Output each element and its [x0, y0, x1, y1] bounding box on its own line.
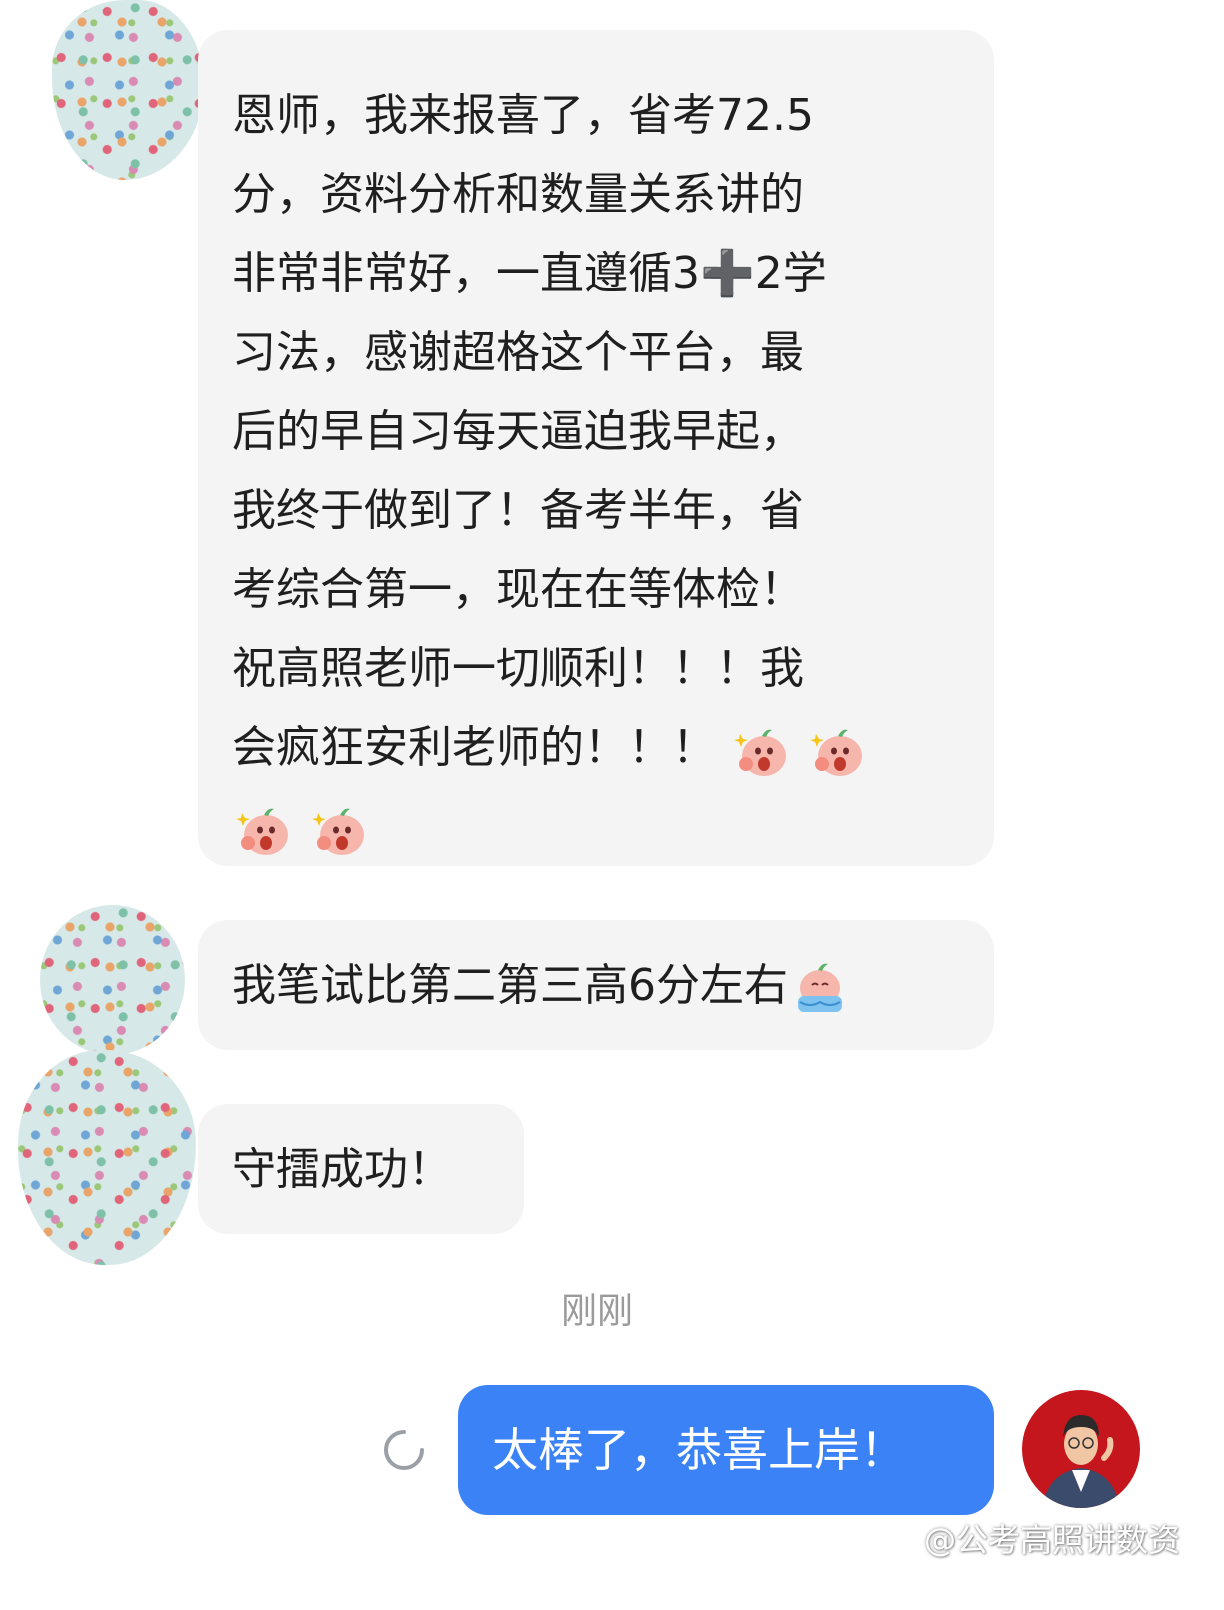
excited-peach-emoji-icon [312, 808, 364, 855]
message-line: 习法，感谢超格这个平台，最 [232, 327, 804, 378]
message-line: 后的早自习每天逼迫我早起， [232, 406, 804, 457]
message-text: 守擂成功！ [232, 1144, 452, 1195]
sent-message-bubble[interactable]: 太棒了，恭喜上岸！ [458, 1385, 994, 1515]
watermark-text: @公考高照讲数资 [923, 1521, 1180, 1559]
weibo-watermark: @公考高照讲数资 [882, 1515, 1180, 1561]
message-line-with-emoji: 会疯狂安利老师的！！！ [232, 708, 954, 787]
received-message-bubble[interactable]: 恩师，我来报喜了，省考72.5 分，资料分析和数量关系讲的 非常非常好，一直遵循… [198, 30, 994, 866]
message-text: 太棒了，恭喜上岸！ [492, 1423, 906, 1477]
chat-screen: 恩师，我来报喜了，省考72.5 分，资料分析和数量关系讲的 非常非常好，一直遵循… [0, 0, 1224, 1610]
sender-avatar-blurred[interactable] [52, 0, 204, 180]
excited-peach-emoji-icon [734, 729, 786, 776]
message-text: 我笔试比第二第三高6分左右 [232, 960, 788, 1011]
sender-avatar-blurred[interactable] [40, 905, 185, 1055]
crying-peach-emoji-icon [798, 963, 842, 1012]
excited-peach-emoji-icon [236, 808, 288, 855]
weibo-icon [882, 1525, 918, 1553]
message-line: 考综合第一，现在在等体检！ [232, 564, 804, 615]
sending-spinner-icon [384, 1430, 424, 1470]
message-line: 非常非常好，一直遵循3➕2学 [232, 248, 827, 299]
message-line: 会疯狂安利老师的！！！ [232, 722, 716, 773]
excited-peach-emoji-icon [810, 729, 862, 776]
sender-avatar-blurred[interactable] [18, 1050, 196, 1265]
message-line: 祝高照老师一切顺利！！！我 [232, 643, 804, 694]
message-line: 我终于做到了！备考半年，省 [232, 485, 804, 536]
message-line: 恩师，我来报喜了，省考72.5 [232, 90, 814, 141]
message-line: 分，资料分析和数量关系讲的 [232, 169, 804, 220]
received-message-bubble[interactable]: 我笔试比第二第三高6分左右 [198, 920, 994, 1050]
teacher-avatar[interactable] [1022, 1390, 1140, 1508]
received-message-bubble[interactable]: 守擂成功！ [198, 1104, 524, 1234]
avatar-portrait-icon [1022, 1390, 1140, 1508]
message-timestamp: 刚刚 [560, 1291, 633, 1332]
emoji-line [232, 787, 954, 866]
